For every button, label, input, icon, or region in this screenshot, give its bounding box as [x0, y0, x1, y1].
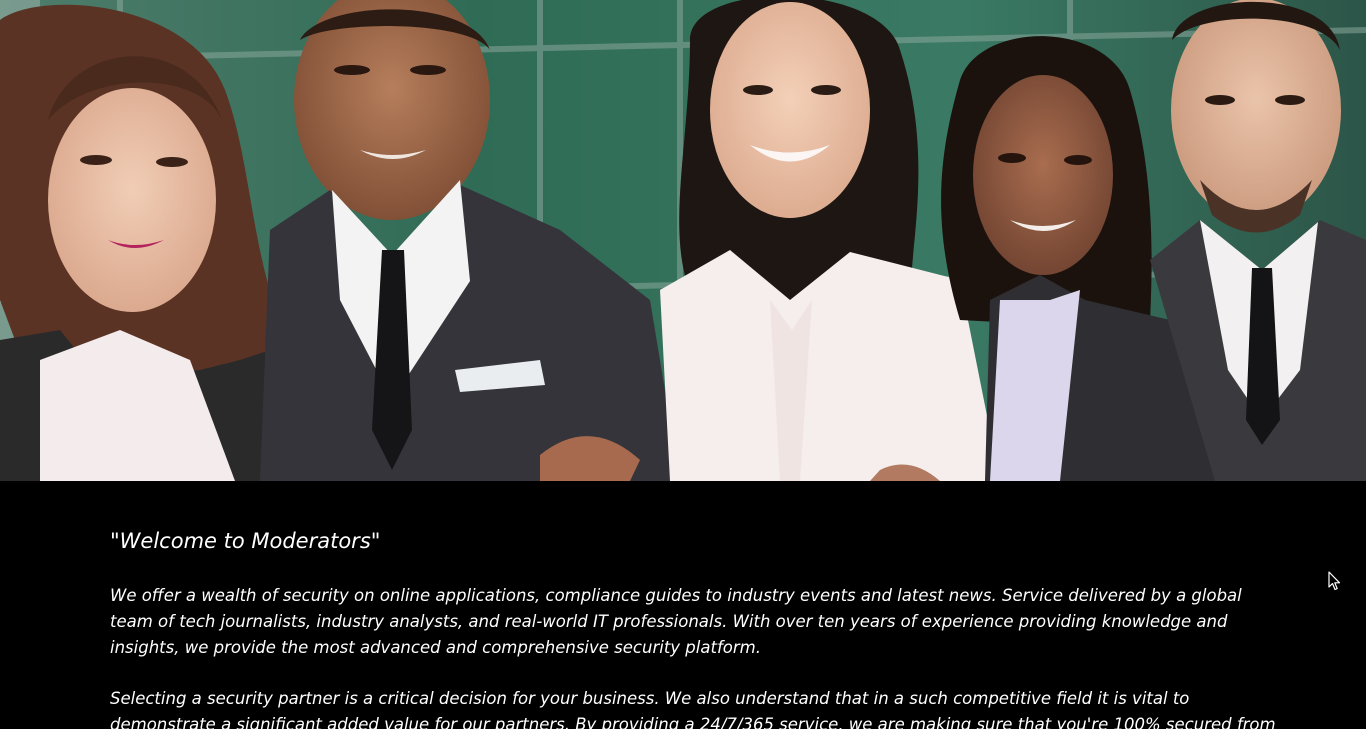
mouse-pointer-icon [1328, 571, 1341, 591]
intro-paragraph-2: Selecting a security partner is a critic… [110, 689, 1276, 729]
intro-paragraph-1: We offer a wealth of security on online … [110, 586, 1242, 657]
welcome-heading: "Welcome to Moderators" [110, 529, 381, 553]
team-photo [0, 0, 1366, 481]
intro-section: "Welcome to Moderators" We offer a wealt… [0, 481, 1366, 729]
hero-image [0, 0, 1366, 481]
